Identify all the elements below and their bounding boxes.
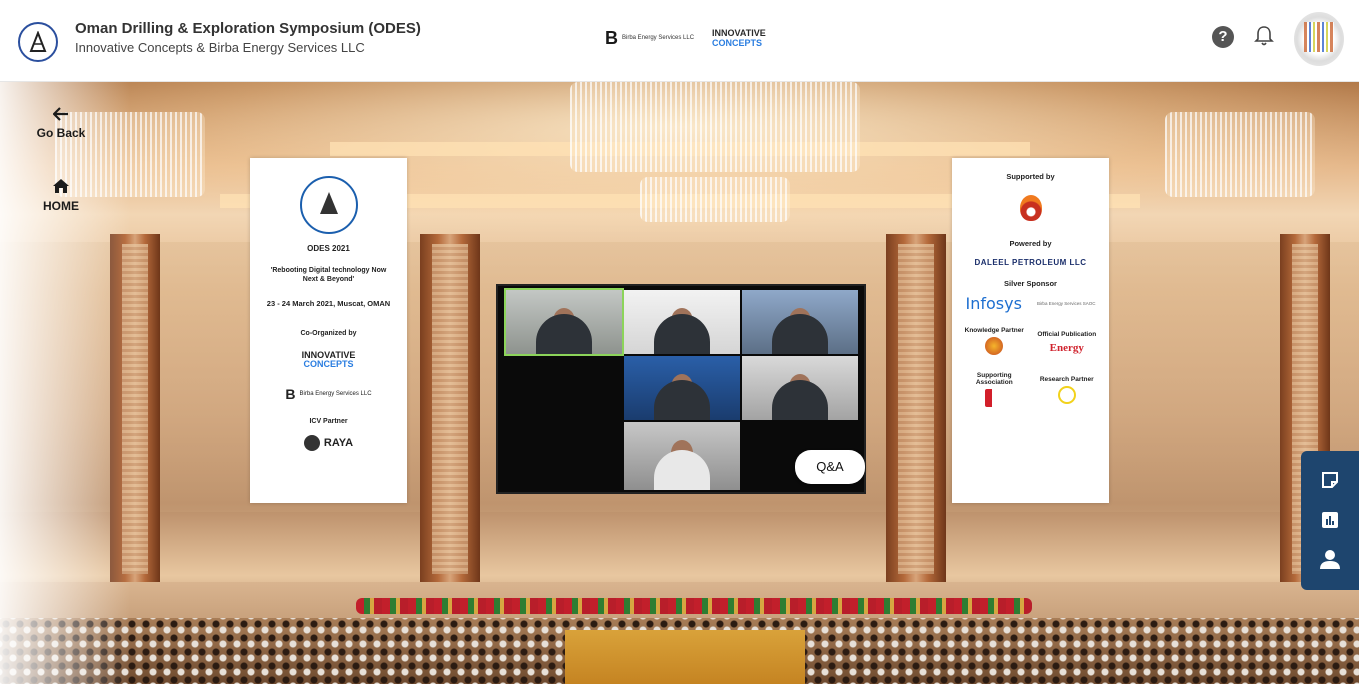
video-tile[interactable] [504,288,624,356]
pillar [420,234,480,584]
video-tile[interactable] [624,290,740,354]
arrow-left-icon [28,106,94,124]
top-bar: Oman Drilling & Exploration Symposium (O… [0,0,1359,82]
powered-by-label: Powered by [1009,239,1052,248]
event-title: Oman Drilling & Exploration Symposium (O… [75,20,421,37]
event-title-block: Oman Drilling & Exploration Symposium (O… [75,20,421,55]
help-icon[interactable]: ? [1212,26,1234,48]
banner-year: ODES 2021 [307,244,350,253]
odes-logo[interactable] [18,22,58,62]
birba-logo: B Birba Energy Services LLC [285,386,372,403]
left-event-banner: ODES 2021 'Rebooting Digital technology … [250,158,407,503]
event-subtitle: Innovative Concepts & Birba Energy Servi… [75,40,365,55]
chandelier [570,82,860,172]
avatar[interactable] [1294,12,1344,66]
daleel-logo: DALEEL PETROLEUM LLC [974,258,1087,267]
flower-garland [356,598,1032,614]
bell-icon[interactable] [1254,25,1274,52]
video-tile[interactable] [624,356,740,420]
home-label: HOME [43,199,79,213]
silver-sponsor-logos: Infosys Birba Energy Services SAOC [952,294,1109,313]
energy-logo: Energy [1049,342,1084,354]
supporting-association: Supporting Association [964,372,1024,410]
knowledge-partner: Knowledge Partner [964,327,1024,358]
research-partner: Research Partner [1037,376,1097,407]
supported-by-label: Supported by [1006,172,1055,181]
birba-mark: B [605,28,618,48]
chart-icon[interactable] [1318,508,1342,532]
infosys-logo: Infosys [965,294,1022,313]
supporting-society-logo [1019,195,1042,221]
right-sponsor-banner: Supported by Powered by DALEEL PETROLEUM… [952,158,1109,503]
home-icon [28,178,94,197]
raya-logo: RAYA [250,435,407,452]
home-button[interactable]: HOME [28,178,94,213]
chandelier [640,177,790,222]
icv-partner-label: ICV Partner [309,418,348,426]
partner-row: Knowledge Partner Official Publication E… [952,327,1109,358]
pillar [886,234,946,584]
birba-text: Birba Energy Services LLC [622,35,695,42]
odes-emblem [299,176,358,234]
side-toolbar [1301,451,1359,590]
co-organized-label: Co-Organized by [300,329,357,337]
innovative-concepts-logo: INNOVATIVE CONCEPTS [712,27,766,48]
sponsor-logos: B Birba Energy Services LLC INNOVATIVE C… [605,28,766,49]
qa-button[interactable]: Q&A [795,450,865,484]
user-icon[interactable] [1318,547,1342,571]
go-back-button[interactable]: Go Back [28,106,94,140]
banner-date: 23 - 24 March 2021, Muscat, OMAN [266,298,391,308]
notes-icon[interactable] [1318,468,1342,492]
derrick-icon [29,31,47,52]
birba-logo: B Birba Energy Services LLC [605,28,694,49]
chandelier [1165,112,1315,197]
official-publication: Official Publication Energy [1037,331,1097,354]
innovative-concepts-logo: INNOVATIVE CONCEPTS [301,349,356,370]
video-tile[interactable] [742,290,858,354]
silver-sponsor-label: Silver Sponsor [1004,279,1057,288]
video-tile[interactable] [742,356,858,420]
banner-theme: 'Rebooting Digital technology Now Next &… [270,267,387,283]
partner-row: Supporting Association Research Partner [952,372,1109,410]
go-back-label: Go Back [36,126,86,140]
video-tile[interactable] [624,422,740,490]
birba-small-logo: Birba Energy Services SAOC [1036,301,1096,306]
